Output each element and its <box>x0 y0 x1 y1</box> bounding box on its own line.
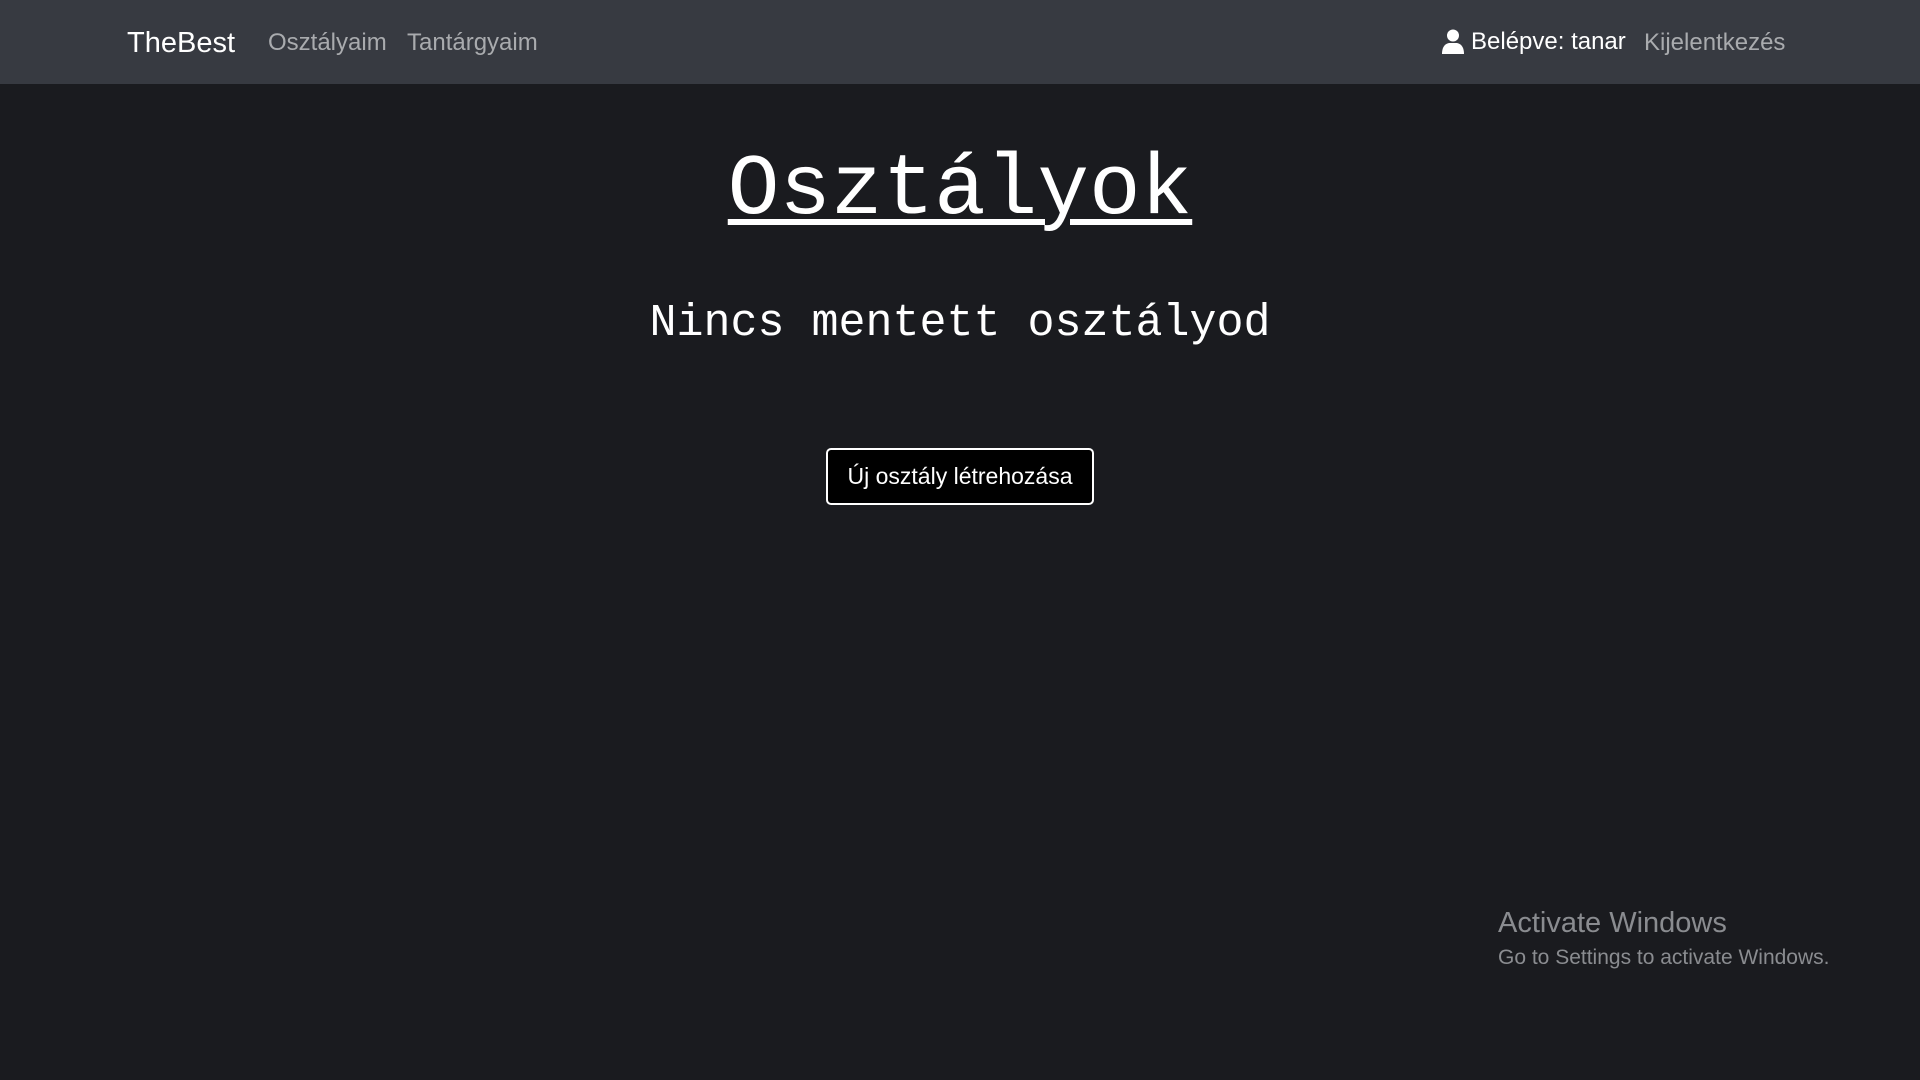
create-class-button[interactable]: Új osztály létrehozása <box>826 448 1094 505</box>
user-icon <box>1442 29 1464 55</box>
windows-activation-watermark: Activate Windows Go to Settings to activ… <box>1498 902 1830 972</box>
logout-link[interactable]: Kijelentkezés <box>1644 0 1785 84</box>
nav-link-my-subjects[interactable]: Tantárgyaim <box>407 0 538 84</box>
page-title: Osztályok <box>727 141 1193 239</box>
nav-link-my-classes[interactable]: Osztályaim <box>268 0 387 84</box>
top-navbar: TheBest Osztályaim Tantárgyaim Belépve: … <box>0 0 1920 84</box>
brand-link[interactable]: TheBest <box>127 0 235 84</box>
watermark-subtitle: Go to Settings to activate Windows. <box>1498 946 1830 969</box>
logged-in-label: Belépve: tanar <box>1471 28 1626 55</box>
logged-in-user: Belépve: tanar <box>1442 0 1626 84</box>
watermark-title: Activate Windows <box>1498 907 1727 939</box>
empty-state-message: Nincs mentett osztályod <box>649 298 1271 349</box>
